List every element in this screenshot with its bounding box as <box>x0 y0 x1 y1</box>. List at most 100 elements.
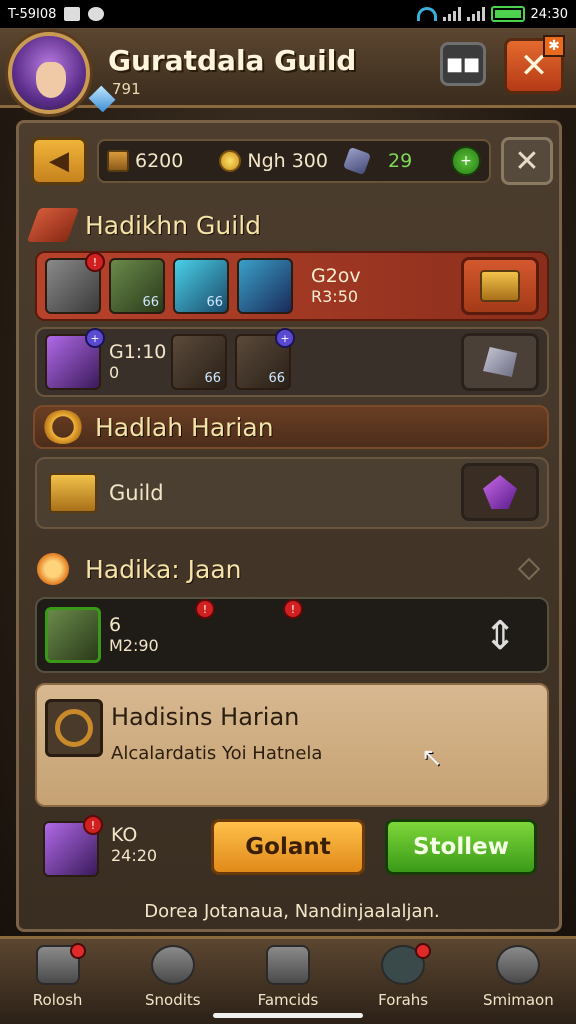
crate-icon <box>107 150 129 172</box>
ore-icon <box>342 146 372 176</box>
back-arrow-icon: ◀ <box>49 146 69 176</box>
scroll-item[interactable]: 66 <box>109 258 165 314</box>
nav-item-smimaon[interactable]: Smimaon <box>468 945 568 1009</box>
section-title: Hadikhn Guild <box>85 210 262 240</box>
avatar[interactable] <box>8 32 90 114</box>
plus-icon: + <box>460 153 472 169</box>
quest-text: Hadisins Harian Alcalardatis Yoi Hatnela <box>111 699 322 764</box>
button-label: Golant <box>245 834 331 860</box>
blue-crystal-item[interactable]: 66 + <box>235 328 295 390</box>
golant-button[interactable]: Golant <box>211 819 365 875</box>
nav-label: Forahs <box>378 991 429 1009</box>
close-icon: ✕ <box>514 143 540 179</box>
section-title: Hadika: Jaan <box>85 554 242 584</box>
guild-header: Guratdala Guild 791 ■■ ✕ ✱ <box>0 28 576 114</box>
status-bar: T-59I08 24:30 <box>0 0 576 28</box>
gem-row[interactable]: + G1:10 0 66 66 + <box>35 327 549 397</box>
alert-badge: ! <box>83 815 103 835</box>
stollew-button[interactable]: Stollew <box>385 819 537 875</box>
forge-item[interactable]: ! <box>45 252 105 314</box>
bottom-nav: Rolosh Snodits Famcids Forahs Smimaon <box>0 936 576 1024</box>
home-indicator[interactable] <box>213 1013 363 1018</box>
gem-icon <box>483 475 517 509</box>
notification-dot <box>415 943 432 959</box>
notification-dot <box>69 943 86 959</box>
gem-info: G1:10 0 <box>109 341 166 382</box>
guild-panel: ◀ 6200 Ngh 300 29 + ✕ Hadikhn Guild ! 66 <box>16 120 562 932</box>
cursor-icon: ↖ <box>421 743 443 773</box>
chest-icon <box>49 473 97 513</box>
wifi-icon <box>416 7 437 21</box>
back-button[interactable]: ◀ <box>31 137 87 185</box>
close-button[interactable]: ✕ ✱ <box>504 35 565 94</box>
quest-card[interactable]: Hadisins Harian Alcalardatis Yoi Hatnela… <box>35 683 549 807</box>
ticket-item[interactable]: ! <box>43 815 103 877</box>
notification-icon <box>88 7 105 21</box>
section-title: Hadlah Harian <box>95 412 274 442</box>
chest-item[interactable] <box>45 465 101 521</box>
gem-count: 0 <box>109 362 120 382</box>
chat-button[interactable]: ■■ <box>440 42 486 86</box>
coin-icon <box>219 150 242 172</box>
leaf-item[interactable] <box>45 607 101 663</box>
shield-icon <box>150 945 195 985</box>
footer-note: Dorea Jotanaua, Nandinjaalaljan. <box>144 901 440 922</box>
add-currency-button[interactable]: + <box>451 146 481 176</box>
reward-row[interactable]: ! 66 66 G2ov R3:50 <box>35 251 549 321</box>
page-title: Guratdala Guild <box>108 44 357 77</box>
banner-icon <box>26 208 80 242</box>
ore-button[interactable] <box>461 333 539 391</box>
stone-icon <box>265 945 310 985</box>
currency-coin: Ngh 300 <box>219 150 328 172</box>
ticket-time: 24:20 <box>111 845 158 865</box>
currency-bar: 6200 Ngh 300 29 + <box>97 139 491 183</box>
signal-icon <box>442 7 461 21</box>
reward-name: G2ov <box>311 264 361 287</box>
section-header-guild: Hadikhn Guild <box>26 203 549 247</box>
quest-title: Hadisins Harian <box>111 703 300 731</box>
up-down-arrow-icon: ⇕ <box>483 613 517 659</box>
item-count: 66 <box>268 371 285 386</box>
coin-amount: Ngh 300 <box>247 150 328 172</box>
battery-icon <box>490 6 525 22</box>
chat-icon: ■■ <box>445 53 480 75</box>
crate-amount: 6200 <box>135 150 184 172</box>
nav-item-snodits[interactable]: Snodits <box>123 945 223 1009</box>
reward-value: R3:50 <box>311 286 359 306</box>
hammer-item[interactable]: ! <box>177 599 233 663</box>
alert-badge: ! <box>283 599 303 619</box>
quest-description: Alcalardatis Yoi Hatnela <box>111 743 323 764</box>
gem-reward-button[interactable] <box>461 463 539 521</box>
wrench-item[interactable]: ! <box>241 599 303 663</box>
nav-label: Famcids <box>257 991 319 1009</box>
plus-badge: + <box>85 328 105 348</box>
sun-icon <box>33 552 73 586</box>
sort-button[interactable]: ⇕ <box>461 607 539 665</box>
nav-item-famcids[interactable]: Famcids <box>238 945 338 1009</box>
close-panel-button[interactable]: ✕ <box>501 137 553 185</box>
hammer-item[interactable] <box>237 258 293 314</box>
item-count: 66 <box>142 295 159 310</box>
item-count: 66 <box>206 295 223 310</box>
ring-item[interactable]: 66 <box>173 258 229 314</box>
claim-chest-button[interactable] <box>461 257 539 315</box>
status-clock: 24:30 <box>530 6 568 22</box>
nav-item-rolosh[interactable]: Rolosh <box>8 943 108 1009</box>
button-label: Stollew <box>413 834 509 860</box>
ticket-count: KO <box>111 824 138 846</box>
nav-item-forahs[interactable]: Forahs <box>353 943 453 1009</box>
plus-badge: + <box>275 328 295 348</box>
gear-icon <box>496 945 541 985</box>
settings-corner-icon: ✱ <box>543 35 565 57</box>
currency-ore: 29 <box>342 146 412 176</box>
reward-info: G2ov R3:50 <box>311 264 361 306</box>
nav-label: Rolosh <box>32 991 83 1009</box>
nav-label: Smimaon <box>482 991 554 1009</box>
tool-row[interactable]: 6 M2:90 ! ! ⇕ <box>35 597 549 673</box>
currency-crate: 6200 <box>107 150 183 172</box>
section-header-harian: Hadlah Harian <box>33 405 549 449</box>
spiral-icon <box>45 699 103 757</box>
guild-chest-row[interactable]: Guild <box>35 457 549 529</box>
purple-gem-item[interactable]: + <box>45 328 105 390</box>
crystal-item[interactable]: 66 <box>171 334 227 390</box>
